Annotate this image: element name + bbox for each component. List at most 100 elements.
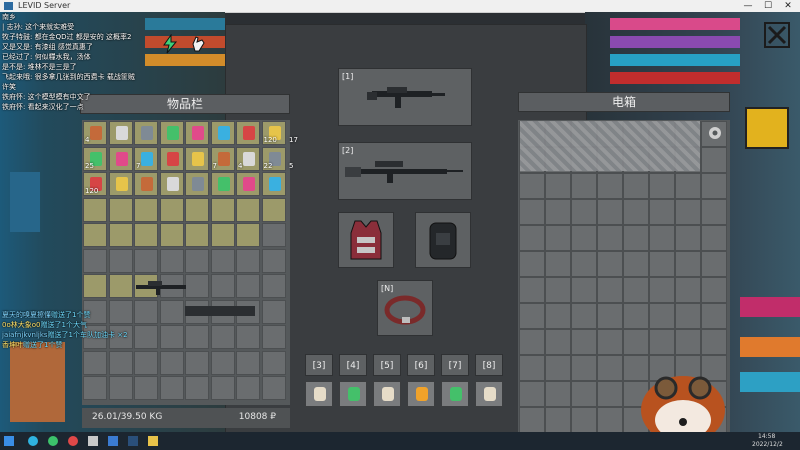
- inventory-cell[interactable]: [236, 376, 260, 400]
- storage-cell[interactable]: [545, 407, 571, 433]
- storage-cell[interactable]: [519, 251, 545, 277]
- inventory-cell[interactable]: [108, 172, 133, 196]
- minimize-button[interactable]: —: [738, 0, 758, 12]
- storage-cell[interactable]: [519, 381, 545, 407]
- hotbar-slot[interactable]: [305, 381, 333, 407]
- inventory-cell[interactable]: [185, 350, 209, 375]
- inventory-cell[interactable]: [134, 223, 158, 247]
- inventory-cell[interactable]: [134, 197, 158, 222]
- app-icon[interactable]: [68, 436, 78, 446]
- storage-cell[interactable]: [519, 173, 545, 199]
- inventory-cell[interactable]: [185, 376, 209, 400]
- storage-cell[interactable]: [571, 173, 597, 199]
- inventory-cell[interactable]: [185, 146, 209, 171]
- storage-cell[interactable]: [597, 251, 623, 277]
- storage-cell[interactable]: [701, 225, 727, 251]
- storage-cell[interactable]: [675, 303, 701, 329]
- storage-cell[interactable]: [571, 303, 597, 329]
- inventory-cell[interactable]: [134, 248, 158, 273]
- inventory-cell[interactable]: [261, 248, 286, 273]
- storage-cell[interactable]: [623, 199, 649, 225]
- storage-cell[interactable]: [545, 329, 571, 355]
- inventory-cell[interactable]: [210, 197, 235, 222]
- storage-cell[interactable]: [701, 147, 727, 173]
- storage-cell[interactable]: [649, 251, 675, 277]
- inventory-cell[interactable]: [261, 350, 286, 375]
- storage-cell[interactable]: [623, 303, 649, 329]
- hotbar-slot[interactable]: [441, 381, 469, 407]
- storage-cell[interactable]: [597, 303, 623, 329]
- storage-cell[interactable]: [519, 225, 545, 251]
- storage-cell[interactable]: [675, 225, 701, 251]
- settings-gear-icon[interactable]: [706, 124, 724, 142]
- inventory-cell[interactable]: [236, 197, 260, 222]
- storage-cell[interactable]: [623, 329, 649, 355]
- folder-icon[interactable]: [148, 436, 158, 446]
- inventory-cell[interactable]: [83, 350, 107, 375]
- app-icon[interactable]: [108, 436, 118, 446]
- inventory-cell[interactable]: [83, 248, 107, 273]
- storage-cell[interactable]: [649, 277, 675, 303]
- storage-cell[interactable]: [571, 381, 597, 407]
- storage-cell[interactable]: [571, 277, 597, 303]
- storage-cell[interactable]: [545, 355, 571, 381]
- inventory-cell[interactable]: [108, 121, 133, 145]
- hotbar-slot[interactable]: [407, 381, 435, 407]
- backpack-slot[interactable]: [415, 212, 471, 268]
- inventory-cell[interactable]: [159, 376, 184, 400]
- inventory-cell[interactable]: [261, 274, 286, 298]
- inventory-cell[interactable]: [108, 376, 133, 400]
- browser-icon[interactable]: [28, 436, 38, 446]
- storage-cell[interactable]: [571, 251, 597, 277]
- inventory-cell[interactable]: [159, 223, 184, 247]
- maximize-button[interactable]: ☐: [758, 0, 778, 12]
- storage-cell[interactable]: [675, 277, 701, 303]
- inventory-cell[interactable]: [108, 248, 133, 273]
- inventory-cell[interactable]: [108, 274, 133, 298]
- storage-cell[interactable]: [571, 199, 597, 225]
- inventory-cell[interactable]: [108, 197, 133, 222]
- storage-cell[interactable]: [675, 251, 701, 277]
- storage-cell[interactable]: [701, 329, 727, 355]
- storage-cell[interactable]: [675, 199, 701, 225]
- storage-cell[interactable]: [545, 173, 571, 199]
- storage-cell[interactable]: [623, 173, 649, 199]
- inventory-cell[interactable]: [159, 350, 184, 375]
- storage-cell[interactable]: [545, 199, 571, 225]
- storage-cell[interactable]: [701, 199, 727, 225]
- storage-cell[interactable]: [675, 173, 701, 199]
- inventory-cell[interactable]: [261, 197, 286, 222]
- inventory-cell[interactable]: [210, 172, 235, 196]
- belt-slot[interactable]: [N]: [377, 280, 433, 336]
- inventory-cell[interactable]: [159, 146, 184, 171]
- storage-cell[interactable]: [571, 407, 597, 433]
- inventory-cell[interactable]: [159, 172, 184, 196]
- inventory-cell[interactable]: [185, 325, 209, 349]
- inventory-cell[interactable]: [236, 121, 260, 145]
- hotbar-slot[interactable]: [373, 381, 401, 407]
- storage-cell[interactable]: [597, 407, 623, 433]
- secondary-weapon-slot[interactable]: [2]: [338, 142, 472, 200]
- inventory-cell[interactable]: [210, 325, 235, 349]
- inventory-cell[interactable]: [210, 376, 235, 400]
- inventory-cell[interactable]: [159, 121, 184, 145]
- inventory-cell[interactable]: [261, 325, 286, 349]
- inventory-cell[interactable]: [185, 172, 209, 196]
- storage-cell[interactable]: [701, 303, 727, 329]
- inventory-cell[interactable]: [108, 223, 133, 247]
- storage-cell[interactable]: [597, 199, 623, 225]
- storage-cell[interactable]: [597, 381, 623, 407]
- storage-cell[interactable]: [519, 329, 545, 355]
- inventory-cell[interactable]: [134, 299, 158, 324]
- inventory-cell[interactable]: [83, 197, 107, 222]
- close-window-button[interactable]: ✕: [778, 0, 798, 12]
- inventory-cell[interactable]: [210, 248, 235, 273]
- inventory-cell[interactable]: [83, 376, 107, 400]
- storage-cell[interactable]: [571, 225, 597, 251]
- storage-cell[interactable]: [545, 225, 571, 251]
- storage-cell[interactable]: [519, 199, 545, 225]
- inventory-cell[interactable]: [134, 376, 158, 400]
- inventory-cell[interactable]: [134, 325, 158, 349]
- inventory-cell[interactable]: [108, 146, 133, 171]
- storage-cell[interactable]: [623, 251, 649, 277]
